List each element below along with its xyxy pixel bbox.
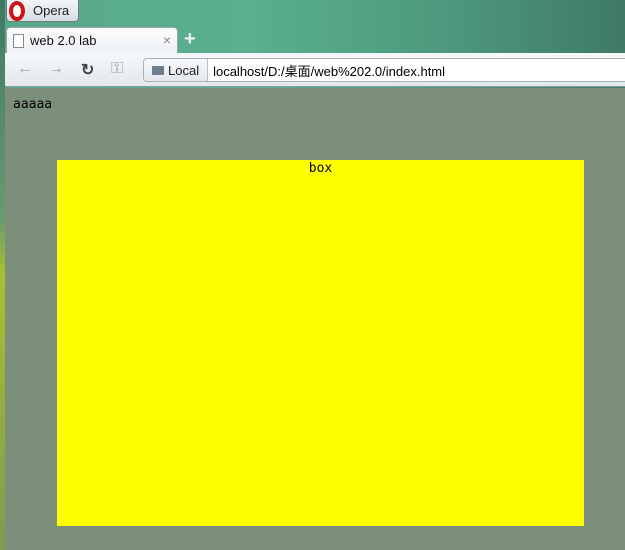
monitor-icon: [152, 65, 164, 75]
new-tab-button[interactable]: +: [184, 28, 196, 51]
toolbar: ← → ↻ ⚿ Local localhost/D:/桌面/web%202.0/…: [5, 53, 625, 87]
security-badge-label: Local: [168, 62, 200, 78]
key-icon[interactable]: ⚿: [111, 60, 123, 78]
tab-title: web 2.0 lab: [30, 33, 97, 48]
address-bar[interactable]: Local localhost/D:/桌面/web%202.0/index.ht…: [143, 58, 625, 82]
back-icon[interactable]: ←: [17, 60, 33, 78]
box-label: box: [308, 161, 333, 176]
opera-menu-button[interactable]: Opera: [6, 0, 79, 22]
security-badge[interactable]: Local: [144, 59, 209, 81]
opera-logo-icon: [9, 0, 25, 21]
tab-web-2-0-lab[interactable]: web 2.0 lab ×: [6, 27, 178, 53]
yellow-box: box: [57, 160, 584, 526]
document-icon: [13, 33, 24, 48]
forward-icon[interactable]: →: [48, 60, 64, 78]
page-text: aaaaa: [13, 97, 53, 112]
page-content: aaaaa box: [5, 88, 625, 550]
close-tab-icon[interactable]: ×: [163, 32, 171, 48]
opera-menu-label: Opera: [33, 3, 70, 18]
reload-icon[interactable]: ↻: [81, 60, 94, 80]
url-input[interactable]: localhost/D:/桌面/web%202.0/index.html: [213, 61, 445, 80]
